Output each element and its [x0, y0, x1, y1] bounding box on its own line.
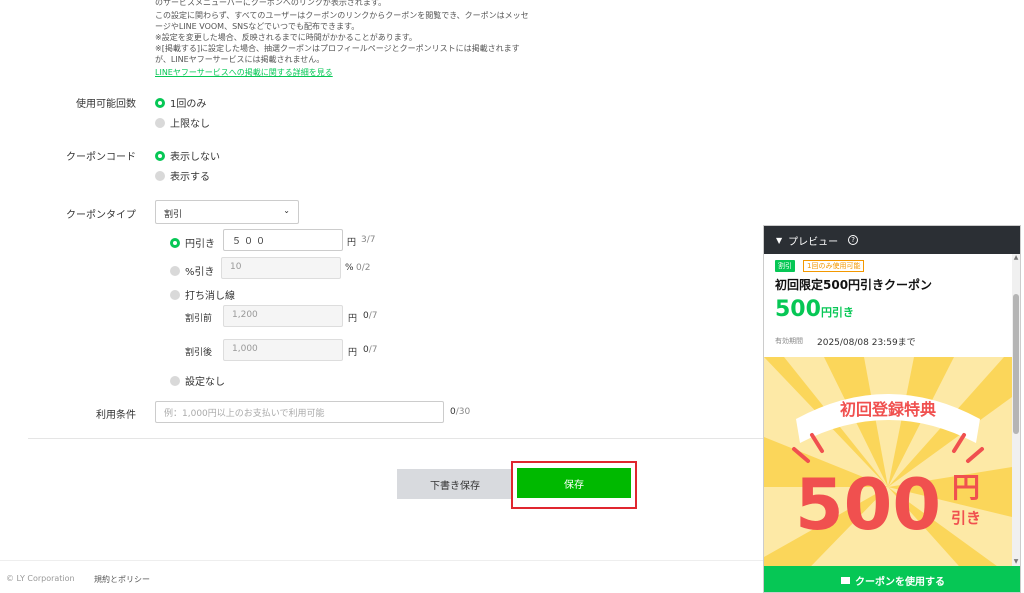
radio-label: 打ち消し線 [185, 291, 235, 302]
preview-scrollbar[interactable]: ▲ ▼ [1012, 254, 1020, 566]
preview-panel: ▼ プレビュー ? 割引 1回のみ使用可能 初回限定500円引きクーポン 500… [763, 225, 1021, 593]
type-none-radio[interactable]: 設定なし [170, 373, 225, 388]
usage-once-radio[interactable]: 1回のみ [155, 95, 206, 110]
radio-label: 表示しない [170, 152, 220, 163]
percent-unit: % [345, 263, 354, 273]
details-link[interactable]: LINEヤフーサービスへの掲載に関する詳細を見る [155, 67, 333, 78]
valid-date: 2025/08/08 23:59まで [817, 338, 916, 348]
banner-amount: 500 [795, 464, 941, 546]
coupon-amount: 500円引き [775, 297, 854, 322]
radio-unchecked-icon [155, 170, 165, 181]
terms-policy-link[interactable]: 規約とポリシー [94, 574, 150, 585]
caret-down-icon: ▼ [776, 235, 783, 245]
usage-unlimited-radio[interactable]: 上限なし [155, 115, 210, 130]
select-value: 割引 [164, 210, 183, 220]
radio-label: %引き [185, 267, 215, 278]
preview-title: プレビュー [788, 236, 839, 248]
preview-header[interactable]: ▼ プレビュー ? [764, 226, 1020, 254]
radio-checked-icon [155, 150, 165, 161]
type-percent-radio[interactable]: %引き [170, 263, 215, 278]
setting-note: ※[掲載する]に設定した場合、抽選クーポンはプロフィールページとクーポンリストに… [155, 44, 520, 53]
scroll-down-icon[interactable]: ▼ [1012, 558, 1020, 566]
after-char-count: 0/7 [363, 345, 378, 355]
banner-suffix: 引き [951, 509, 981, 527]
yen-char-count: 3/7 [361, 235, 376, 245]
after-price-input[interactable]: 1,000 [223, 339, 343, 361]
copyright: © LY Corporation [6, 574, 75, 583]
percent-char-count: 0/2 [356, 263, 371, 273]
banner-heading: 初回登録特典 [840, 400, 936, 419]
scroll-thumb[interactable] [1013, 294, 1019, 434]
count-max: /7 [368, 311, 378, 321]
radio-unchecked-icon [155, 117, 165, 128]
setting-note: ※設定を変更した場合、反映されるまでに時間がかかることがあります。 [155, 33, 417, 42]
radio-unchecked-icon [170, 265, 180, 276]
radio-unchecked-icon [170, 375, 180, 386]
discount-badge: 割引 [775, 260, 795, 272]
valid-label: 有効期間 [775, 337, 803, 345]
terms-char-count: 0/30 [450, 407, 470, 417]
radio-label: 設定なし [185, 377, 225, 388]
percent-input[interactable]: 10 [221, 257, 341, 279]
setting-note: ージやLINE VOOM、SNSなどでいつでも配布できます。 [155, 22, 360, 31]
divider [28, 438, 768, 439]
amount-unit: 円引き [820, 306, 854, 319]
coupon-type-label: クーポンタイプ [66, 210, 136, 221]
coupon-banner-image: 初回登録特典 500 円 引き [764, 357, 1012, 592]
usage-count-label: 使用可能回数 [76, 99, 136, 110]
banner-unit: 円 [952, 471, 980, 504]
radio-label: 上限なし [170, 119, 210, 130]
footer-divider [0, 560, 764, 561]
type-yen-radio[interactable]: 円引き [170, 235, 215, 250]
use-coupon-button[interactable]: クーポンを使用する [764, 566, 1020, 592]
chevron-down-icon: ⌄ [283, 206, 290, 215]
scroll-up-icon[interactable]: ▲ [1012, 254, 1020, 262]
save-button[interactable]: 保存 [517, 468, 631, 498]
save-draft-button[interactable]: 下書き保存 [397, 469, 513, 499]
help-icon[interactable]: ? [848, 235, 859, 245]
yen-unit: 円 [347, 238, 357, 248]
radio-label: 円引き [185, 239, 215, 250]
setting-note: のサービスメニューバーにクーポンへのリンクが表示されます。 [155, 0, 387, 7]
radio-label: 1回のみ [170, 99, 207, 110]
once-badge: 1回のみ使用可能 [803, 260, 865, 272]
type-strike-radio[interactable]: 打ち消し線 [170, 287, 235, 302]
after-unit: 円 [348, 348, 358, 358]
radio-unchecked-icon [170, 289, 180, 300]
terms-label: 利用条件 [96, 410, 136, 421]
before-price-input[interactable]: 1,200 [223, 305, 343, 327]
after-price-label: 割引後 [185, 348, 213, 358]
amount-value: 500 [775, 297, 821, 322]
ticket-icon [841, 576, 850, 584]
terms-input[interactable]: 例：1,000円以上のお支払いで利用可能 [155, 401, 444, 423]
radio-checked-icon [155, 97, 165, 108]
count-max: /30 [455, 407, 471, 417]
code-show-radio[interactable]: 表示する [155, 168, 210, 183]
use-coupon-label: クーポンを使用する [855, 576, 945, 588]
radio-label: 表示する [170, 172, 210, 183]
code-hide-radio[interactable]: 表示しない [155, 148, 220, 163]
setting-note: この設定に関わらず、すべてのユーザーはクーポンのリンクからクーポンを閲覧でき、ク… [155, 11, 529, 20]
coupon-type-select[interactable]: 割引 ⌄ [155, 200, 299, 224]
banner-graphic: 初回登録特典 500 円 引き [764, 357, 1012, 592]
before-price-label: 割引前 [185, 314, 213, 324]
before-char-count: 0/7 [363, 311, 378, 321]
radio-checked-icon [170, 237, 180, 248]
before-unit: 円 [348, 314, 358, 324]
count-max: /7 [368, 345, 378, 355]
setting-note: が、LINEヤフーサービスには掲載されません。 [155, 55, 325, 64]
coupon-code-label: クーポンコード [66, 152, 136, 163]
yen-amount-input[interactable]: ５００ [223, 229, 343, 251]
coupon-title: 初回限定500円引きクーポン [775, 278, 933, 292]
